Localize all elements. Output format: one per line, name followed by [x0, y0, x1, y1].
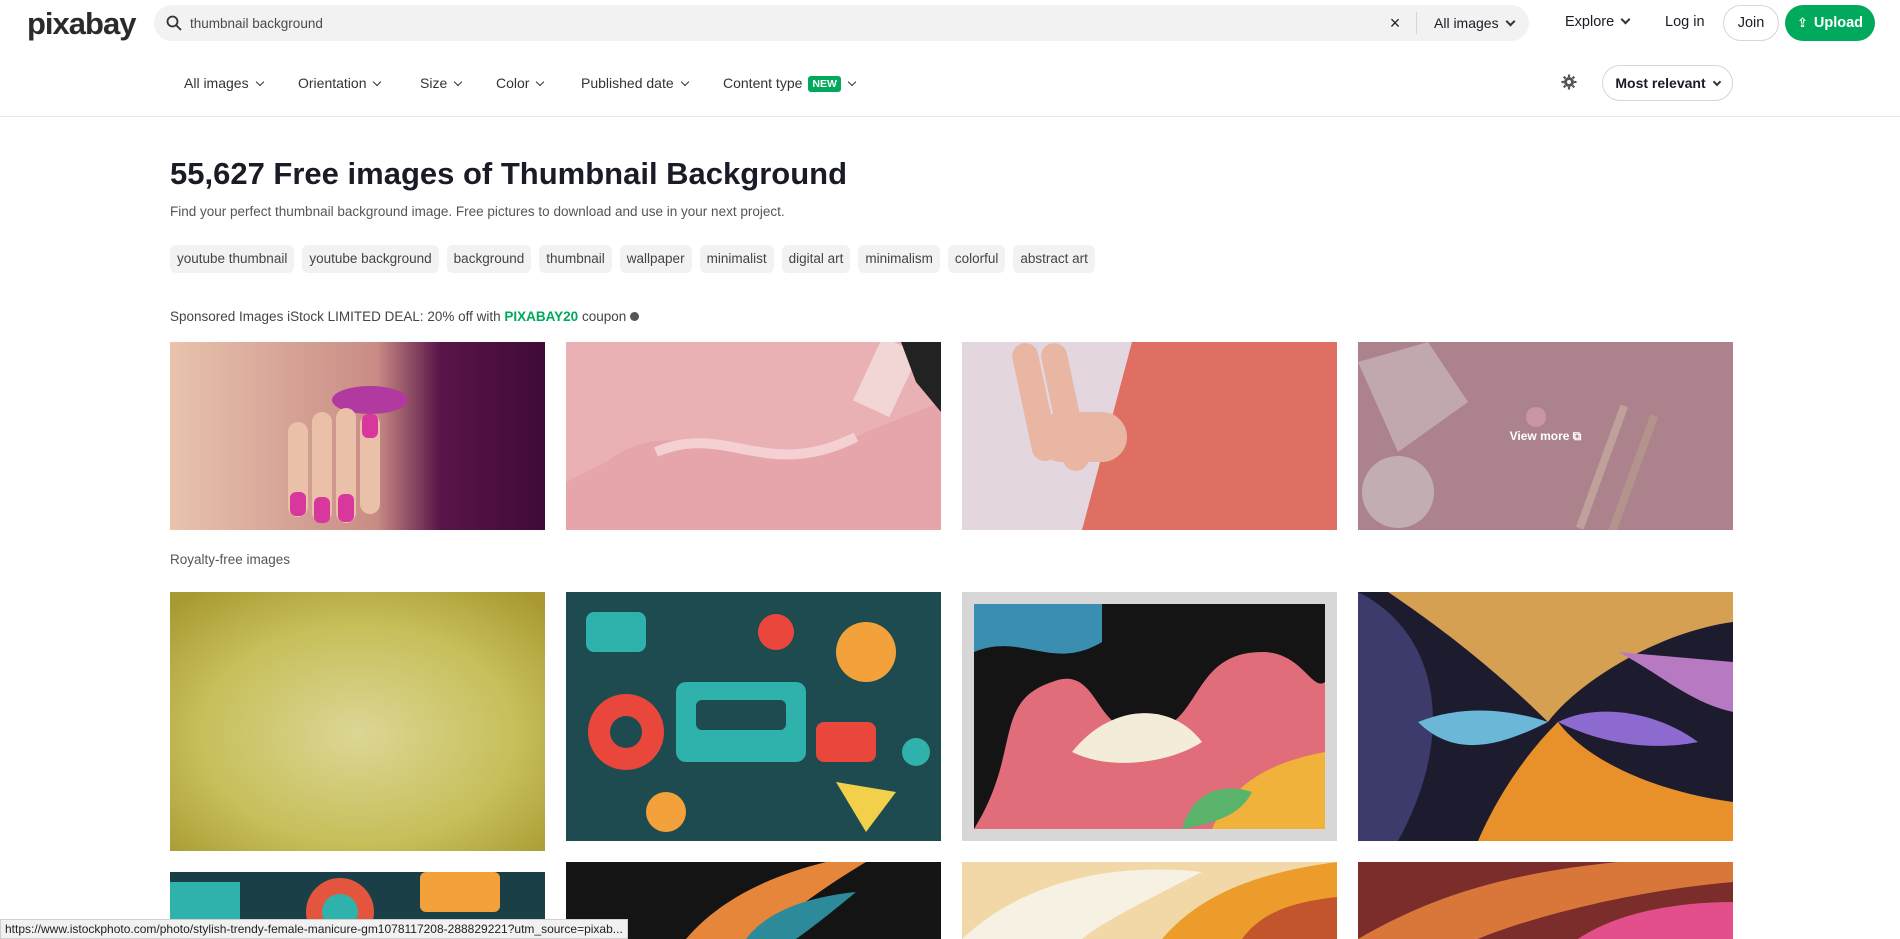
tag-thumbnail[interactable]: thumbnail — [539, 245, 612, 273]
sort-label: Most relevant — [1615, 75, 1706, 91]
chevron-down-icon — [453, 77, 463, 87]
search-bar[interactable]: × All images — [154, 5, 1529, 41]
chevron-down-icon — [255, 77, 264, 87]
chevron-down-icon — [1620, 14, 1631, 25]
filter-label: Orientation — [298, 75, 367, 91]
clear-search-icon[interactable]: × — [1386, 14, 1404, 32]
image-golden-curves — [962, 862, 1337, 939]
filter-label: Published date — [581, 75, 674, 91]
top-bar: pixabay × All images Explore Log in Join… — [0, 0, 1900, 45]
filter-all-images[interactable]: All images — [184, 57, 264, 109]
sort-dropdown[interactable]: Most relevant — [1602, 65, 1733, 101]
browser-status-url: https://www.istockphoto.com/photo/stylis… — [0, 919, 628, 939]
tag-minimalist[interactable]: minimalist — [699, 245, 774, 273]
tag-abstract-art[interactable]: abstract art — [1013, 245, 1095, 273]
image-pink-polish — [566, 342, 941, 530]
sponsored-label: Sponsored Images iStock LIMITED DEAL: 20… — [170, 309, 640, 324]
chevron-down-icon — [536, 77, 545, 87]
image-abstract-swirl — [1358, 592, 1733, 841]
explore-label: Explore — [1565, 14, 1615, 30]
chevron-down-icon — [847, 77, 857, 87]
filter-label: Content type — [723, 75, 803, 91]
search-icon — [166, 15, 182, 31]
filter-color[interactable]: Color — [496, 57, 545, 109]
view-more-button[interactable]: View more ⧉ — [1358, 342, 1733, 530]
sponsored-image-pink-polish[interactable] — [566, 342, 941, 530]
search-input[interactable] — [190, 5, 1190, 41]
info-icon[interactable] — [630, 312, 640, 321]
result-image-abstract-swirl[interactable] — [1358, 592, 1733, 841]
chevron-down-icon — [373, 77, 382, 87]
gear-icon[interactable] — [1561, 74, 1577, 90]
page-description: Find your perfect thumbnail background i… — [170, 204, 785, 219]
explore-menu[interactable]: Explore — [1565, 0, 1631, 45]
search-scope-dropdown[interactable]: All images — [1434, 5, 1516, 41]
royalty-free-label: Royalty-free images — [170, 552, 291, 567]
filter-label: Size — [420, 75, 448, 91]
image-retro-pattern — [566, 592, 941, 841]
page-title: 55,627 Free images of Thumbnail Backgrou… — [170, 156, 848, 191]
image-framed-waves — [962, 592, 1337, 841]
chevron-down-icon — [680, 77, 689, 87]
filter-size[interactable]: Size — [420, 57, 463, 109]
sponsored-image-view-more[interactable]: View more ⧉ — [1358, 342, 1733, 530]
filter-label: All images — [184, 75, 249, 91]
result-image-retro-pattern[interactable] — [566, 592, 941, 841]
filter-content-type[interactable]: Content type NEW — [723, 57, 857, 109]
tag-digital-art[interactable]: digital art — [781, 245, 851, 273]
chevron-down-icon — [1505, 16, 1516, 27]
view-more-label: View more — [1509, 429, 1570, 443]
filter-bar: All images Orientation Size Color Publis… — [0, 57, 1900, 117]
sponsored-suffix: coupon — [578, 309, 627, 324]
join-button[interactable]: Join — [1723, 5, 1779, 41]
search-scope-label: All images — [1434, 15, 1499, 31]
upload-label: Upload — [1813, 15, 1864, 31]
result-image-golden-curves[interactable] — [962, 862, 1337, 939]
search-divider — [1416, 12, 1417, 34]
pixabay-logo[interactable]: pixabay — [27, 6, 136, 42]
upload-button[interactable]: ⇪ Upload — [1785, 5, 1875, 41]
external-link-icon: ⧉ — [1572, 428, 1582, 443]
filter-published-date[interactable]: Published date — [581, 57, 689, 109]
coupon-code[interactable]: PIXABAY20 — [504, 309, 578, 324]
result-image-orange-streaks[interactable] — [1358, 862, 1733, 939]
upload-icon: ⇪ — [1796, 15, 1808, 30]
related-tags: youtube thumbnail youtube background bac… — [170, 245, 1095, 273]
sponsored-image-hands-coral[interactable] — [962, 342, 1337, 530]
new-badge: NEW — [808, 76, 841, 92]
tag-youtube-thumbnail[interactable]: youtube thumbnail — [170, 245, 295, 273]
tag-youtube-background[interactable]: youtube background — [302, 245, 439, 273]
chevron-down-icon — [1712, 77, 1721, 87]
tag-wallpaper[interactable]: wallpaper — [619, 245, 692, 273]
tag-background[interactable]: background — [446, 245, 532, 273]
login-link[interactable]: Log in — [1665, 0, 1705, 45]
image-blurred-yellow — [170, 592, 545, 851]
image-manicure-lips — [170, 342, 545, 530]
result-image-blurred-yellow[interactable] — [170, 592, 545, 851]
filter-label: Color — [496, 75, 530, 91]
tag-minimalism[interactable]: minimalism — [858, 245, 940, 273]
sponsored-prefix: Sponsored Images iStock LIMITED DEAL: 20… — [170, 309, 505, 324]
pixabay-search-page: pixabay × All images Explore Log in Join… — [0, 0, 1900, 939]
image-orange-streaks — [1358, 862, 1733, 939]
result-image-framed-waves[interactable] — [962, 592, 1337, 841]
filter-orientation[interactable]: Orientation — [298, 57, 382, 109]
tag-colorful[interactable]: colorful — [947, 245, 1006, 273]
image-hands-coral — [962, 342, 1337, 530]
sponsored-image-manicure-lips[interactable] — [170, 342, 545, 530]
